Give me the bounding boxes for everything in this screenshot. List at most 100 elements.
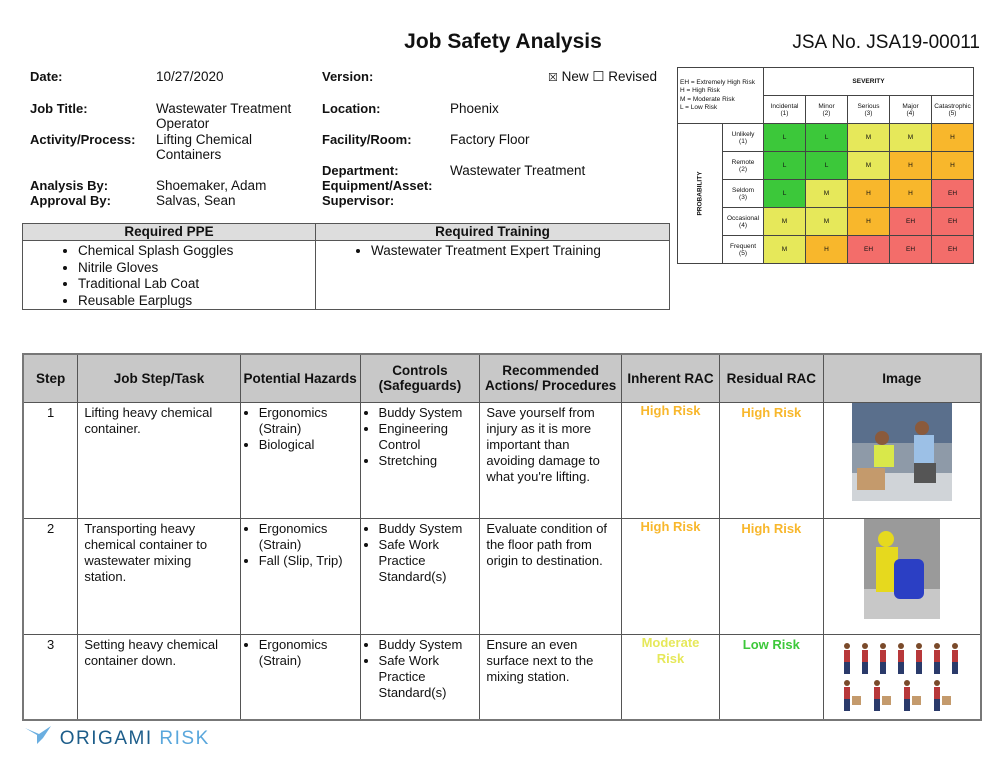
department-value: Wastewater Treatment — [450, 163, 586, 178]
origami-bird-icon — [25, 726, 51, 744]
control-item: Buddy System — [379, 405, 474, 421]
column-header: Residual RAC — [718, 353, 824, 403]
hazard-item: Ergonomics (Strain) — [259, 521, 354, 553]
hazards-list: Ergonomics (Strain)Biological — [247, 405, 354, 453]
hazard-item: Ergonomics (Strain) — [259, 637, 354, 669]
matrix-legend: EH = Extremely High Risk H = High Risk M =… — [677, 67, 764, 124]
residual-rac: Low Risk — [718, 633, 824, 720]
probability-label: PROBABILITY — [696, 171, 704, 216]
jsa-number: JSA No. JSA19-00011 — [792, 32, 980, 53]
logo-text-risk: RISK — [159, 728, 210, 749]
control-item: Safe Work Practice Standard(s) — [379, 537, 474, 585]
list-item: Chemical Splash Goggles — [78, 243, 315, 260]
risk-cell: L — [805, 151, 848, 180]
controls-list: Buddy SystemEngineering ControlStretchin… — [367, 405, 474, 469]
legend-line: EH = Extremely High Risk — [680, 78, 755, 86]
date-label: Date: — [30, 69, 63, 84]
probability-header: Remote (2) — [722, 151, 764, 180]
severity-header: Catastrophic (5) — [931, 95, 974, 124]
column-header: Inherent RAC — [621, 353, 720, 403]
supervisor-label: Supervisor: — [322, 193, 395, 208]
hazard-item: Biological — [259, 437, 354, 453]
risk-cell: M — [805, 179, 848, 208]
list-item: Nitrile Gloves — [78, 260, 315, 277]
step-number: 2 — [22, 517, 79, 635]
ppe-training-table: Required PPERequired Training Chemical S… — [22, 223, 670, 310]
activity-label: Activity/Process: — [30, 132, 136, 147]
approval-value: Salvas, Sean — [156, 193, 236, 208]
version-new-checkbox[interactable]: ☒ — [548, 72, 558, 84]
risk-cell: EH — [931, 235, 974, 264]
risk-cell: H — [889, 151, 932, 180]
department-label: Department: — [322, 163, 399, 178]
table-row: 2 Transporting heavy chemical container t… — [22, 517, 982, 635]
location-label: Location: — [322, 101, 381, 116]
risk-cell: H — [847, 207, 890, 236]
analysis-value: Shoemaker, Adam — [156, 178, 267, 193]
list-item: Traditional Lab Coat — [78, 276, 315, 293]
residual-rac: High Risk — [718, 517, 824, 635]
recommended-actions: Ensure an even surface next to the mixin… — [479, 633, 623, 720]
risk-cell: EH — [889, 235, 932, 264]
inherent-rac: High Risk — [621, 517, 720, 635]
risk-cell: M — [847, 123, 890, 152]
list-item: Wastewater Treatment Expert Training — [371, 243, 669, 260]
severity-label: SEVERITY — [763, 67, 974, 96]
version-label: Version: — [322, 69, 374, 84]
version-new-label: New — [561, 69, 589, 84]
column-header: Job Step/Task — [77, 353, 241, 403]
risk-cell: L — [763, 151, 806, 180]
probability-header: Occasional (4) — [722, 207, 764, 236]
activity-value: Lifting Chemical Containers — [156, 132, 253, 162]
step-image-lifting-technique-figures — [822, 633, 982, 720]
risk-cell: EH — [889, 207, 932, 236]
risk-cell: L — [763, 179, 806, 208]
risk-cell: H — [931, 151, 974, 180]
risk-cell: H — [931, 123, 974, 152]
list-item: Reusable Earplugs — [78, 293, 315, 310]
risk-cell: H — [847, 179, 890, 208]
hazards-list: Ergonomics (Strain)Fall (Slip, Trip) — [247, 521, 354, 569]
step-number: 1 — [22, 401, 79, 519]
legend-line: M = Moderate Risk — [680, 95, 735, 103]
date-value: 10/27/2020 — [156, 69, 224, 84]
risk-cell: EH — [847, 235, 890, 264]
probability-header: Seldom (3) — [722, 179, 764, 208]
column-header: Potential Hazards — [239, 353, 361, 403]
severity-header: Major (4) — [889, 95, 932, 124]
risk-cell: M — [763, 207, 806, 236]
risk-cell: L — [805, 123, 848, 152]
hazards-list: Ergonomics (Strain) — [247, 637, 354, 669]
table-row: 1Lifting heavy chemical container.Ergono… — [22, 401, 982, 519]
risk-cell: H — [889, 179, 932, 208]
step-image-two-workers-lifting-box — [822, 401, 982, 519]
control-item: Stretching — [379, 453, 474, 469]
version-revised-checkbox[interactable]: ☐ — [592, 69, 604, 84]
severity-header: Serious (3) — [847, 95, 890, 124]
step-image-hazmat-worker-with-drum — [822, 517, 982, 635]
control-item: Safe Work Practice Standard(s) — [379, 653, 474, 701]
job-step-task: Lifting heavy chemical container. — [77, 401, 241, 519]
logo-text-origami: ORIGAMI — [59, 728, 153, 749]
probability-header: Unlikely (1) — [722, 123, 764, 152]
risk-cell: EH — [931, 179, 974, 208]
training-header: Required Training — [315, 223, 670, 241]
risk-cell: M — [805, 207, 848, 236]
recommended-actions: Evaluate condition of the floor path fro… — [479, 517, 623, 635]
residual-rac: High Risk — [718, 401, 824, 519]
severity-header: Minor (2) — [805, 95, 848, 124]
risk-cell: L — [763, 123, 806, 152]
risk-cell: M — [847, 151, 890, 180]
column-header: Recommended Actions/ Procedures — [479, 353, 623, 403]
analysis-label: Analysis By: — [30, 178, 109, 193]
job-step-task: Setting heavy chemical container down. — [77, 633, 241, 720]
ppe-header: Required PPE — [22, 223, 316, 241]
risk-matrix: EH = Extremely High Risk H = High Risk M =… — [676, 67, 974, 264]
controls-list: Buddy SystemSafe Work Practice Standard(… — [367, 521, 474, 585]
version-options: ☒ New ☐ Revised — [548, 69, 657, 86]
job-title-value: Wastewater Treatment Operator — [156, 101, 292, 131]
controls-list: Buddy SystemSafe Work Practice Standard(… — [367, 637, 474, 701]
job-step-task: Transporting heavy chemical container to… — [77, 517, 241, 635]
legend-line: H = High Risk — [680, 87, 720, 94]
steps-table: Step Job Step/Task Potential Hazards Contro… — [22, 353, 982, 721]
